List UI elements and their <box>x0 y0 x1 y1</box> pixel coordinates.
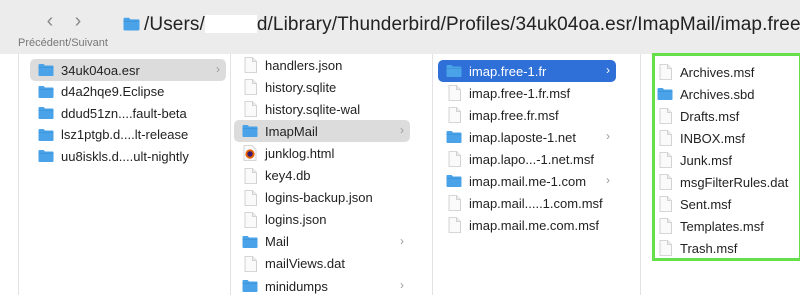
list-item[interactable]: Mail › <box>242 231 410 253</box>
list-item-label: minidumps <box>265 278 328 294</box>
file-icon <box>242 101 258 118</box>
html-file-icon <box>242 145 258 162</box>
list-item-label: imap.mail.me-1.com <box>469 173 587 189</box>
list-item-label: handlers.json <box>265 57 343 73</box>
list-item[interactable]: history.sqlite <box>242 76 410 98</box>
list-item-label: ImapMail <box>265 123 318 139</box>
file-icon <box>446 151 462 167</box>
file-icon <box>242 255 258 272</box>
file-icon <box>446 107 462 123</box>
list-item[interactable]: lsz1ptgb.d....lt-release <box>38 124 226 146</box>
folder-icon <box>446 129 462 145</box>
list-item-label: logins.json <box>265 212 327 228</box>
list-item-label: imap.mail.....1.com.msf <box>469 195 603 211</box>
toolbar: ‹ › Précédent/Suivant /Users/d/Library/T… <box>0 0 800 54</box>
file-icon <box>242 57 258 73</box>
list-item-label: history.sqlite <box>265 79 337 95</box>
list-item[interactable]: history.sqlite-wal <box>242 98 410 120</box>
folder-icon <box>123 17 140 31</box>
column-imapmail: imap.free-1.fr › imap.free-1.fr.msf imap.fr… <box>433 54 638 295</box>
chevron-right-icon: › <box>606 129 610 143</box>
folder-icon <box>242 234 258 250</box>
chevron-right-icon: › <box>400 233 404 248</box>
chevron-right-icon: › <box>74 10 82 32</box>
list-item-label: 34uk04oa.esr <box>61 62 140 78</box>
list-item-label: imap.free-1.fr.msf <box>469 85 571 101</box>
list-item[interactable]: handlers.json <box>242 54 410 76</box>
file-icon <box>446 85 462 101</box>
list-item-label: uu8iskls.d....ult-nightly <box>61 148 189 164</box>
chevron-right-icon: › <box>606 63 610 77</box>
redacted-username <box>204 15 257 33</box>
list-item-label: d4a2hqe9.Eclipse <box>61 84 165 100</box>
list-item-label: key4.db <box>265 168 311 183</box>
list-item-label: imap.lapo...-1.net.msf <box>469 151 594 167</box>
folder-icon <box>242 123 258 139</box>
folder-icon <box>446 173 462 189</box>
folder-icon <box>242 278 258 294</box>
list-item-label: mailViews.dat <box>265 256 345 272</box>
list-item[interactable]: imap.laposte-1.net › <box>446 126 616 148</box>
folder-icon <box>38 84 54 100</box>
folder-icon <box>38 148 54 164</box>
column-profiles: 34uk04oa.esr › d4a2hqe9.Eclipse ddud51zn...… <box>19 54 229 295</box>
list-item[interactable]: minidumps › <box>242 275 410 295</box>
path-suffix: d/Library/Thunderbird/Profiles/34uk04oa.… <box>256 14 800 35</box>
list-item[interactable]: imap.mail.me-1.com › <box>446 170 616 192</box>
list-item-label: Mail <box>265 234 289 250</box>
file-icon <box>242 79 258 95</box>
file-icon <box>446 195 462 211</box>
list-item[interactable]: ImapMail › <box>234 120 410 143</box>
list-item[interactable]: logins.json <box>242 209 410 231</box>
column-profile-contents: handlers.json history.sqlite history.sqlit… <box>231 54 426 295</box>
chevron-right-icon: › <box>400 123 404 138</box>
list-item[interactable]: imap.free.fr.msf <box>446 104 616 126</box>
list-item[interactable]: 34uk04oa.esr › <box>30 59 226 81</box>
list-item[interactable]: junklog.html <box>242 142 410 164</box>
list-item-label: imap.laposte-1.net <box>469 129 576 145</box>
list-item-label: junklog.html <box>265 145 335 161</box>
list-item-label: logins-backup.json <box>265 190 373 206</box>
list-item-label: ddud51zn....fault-beta <box>61 105 187 121</box>
list-item-label: lsz1ptgb.d....lt-release <box>61 127 189 143</box>
list-item-label: imap.free.fr.msf <box>469 107 559 123</box>
forward-button[interactable]: › <box>68 10 88 32</box>
list-item[interactable]: key4.db <box>242 165 410 187</box>
file-icon <box>242 189 258 206</box>
path-prefix: /Users/ <box>144 14 205 35</box>
list-item-label: imap.free-1.fr <box>469 63 547 79</box>
list-item-label: imap.mail.me.com.msf <box>469 217 600 233</box>
folder-icon <box>38 62 54 78</box>
file-icon <box>242 167 258 184</box>
list-item[interactable]: imap.mail.....1.com.msf <box>446 192 616 214</box>
window-title-path: /Users/d/Library/Thunderbird/Profiles/34… <box>144 14 800 36</box>
nav-label: Précédent/Suivant <box>18 37 108 49</box>
highlight-box <box>652 53 800 261</box>
folder-icon <box>38 105 54 121</box>
list-item[interactable]: d4a2hqe9.Eclipse <box>38 81 226 103</box>
list-item[interactable]: imap.free-1.fr › <box>438 60 616 82</box>
back-button[interactable]: ‹ <box>40 10 60 32</box>
list-item[interactable]: imap.lapo...-1.net.msf <box>446 148 616 170</box>
list-item[interactable]: mailViews.dat <box>242 253 410 275</box>
list-item[interactable]: ddud51zn....fault-beta <box>38 102 226 124</box>
file-icon <box>242 211 258 228</box>
file-icon <box>446 217 462 233</box>
chevron-right-icon: › <box>606 173 610 187</box>
chevron-left-icon: ‹ <box>46 10 54 32</box>
chevron-right-icon: › <box>216 62 220 76</box>
list-item[interactable]: imap.mail.me.com.msf <box>446 214 616 236</box>
folder-icon <box>38 127 54 143</box>
list-item[interactable]: uu8iskls.d....ult-nightly <box>38 145 226 167</box>
folder-icon <box>446 63 462 79</box>
list-item[interactable]: logins-backup.json <box>242 187 410 209</box>
list-item-label: history.sqlite-wal <box>265 101 361 117</box>
list-item[interactable]: imap.free-1.fr.msf <box>446 82 616 104</box>
chevron-right-icon: › <box>400 278 404 292</box>
